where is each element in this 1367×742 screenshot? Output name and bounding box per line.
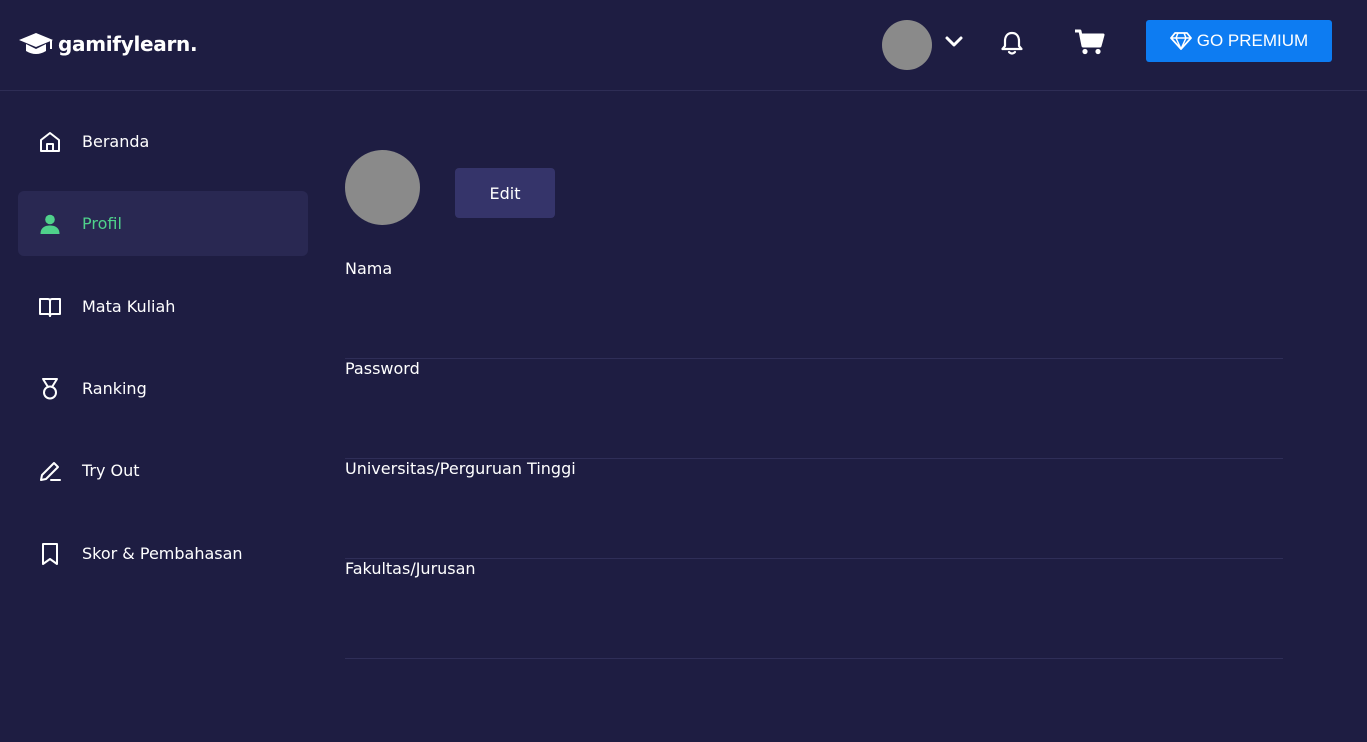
go-premium-label: GO PREMIUM <box>1196 31 1309 50</box>
sidebar-item-label: Beranda <box>82 132 150 151</box>
sidebar-item-profil[interactable]: Profil <box>18 191 308 256</box>
pencil-icon <box>40 461 61 481</box>
sidebar-item-try-out[interactable]: Try Out <box>18 438 308 503</box>
sidebar-item-skor-pembahasan[interactable]: Skor & Pembahasan <box>18 521 308 586</box>
nama-field: Nama <box>345 259 1283 359</box>
header-avatar[interactable] <box>882 20 932 70</box>
profile-avatar[interactable] <box>345 150 420 225</box>
logo-text: gamifylearn. <box>58 32 198 56</box>
medal-icon <box>42 377 58 399</box>
password-field: Password <box>345 359 1283 459</box>
sidebar: Beranda Profil Mata Kuliah Ranking Try O… <box>0 91 320 742</box>
graduation-cap-icon <box>19 33 53 54</box>
top-header: gamifylearn. GO PREMIUM <box>0 0 1367 91</box>
sidebar-item-label: Mata Kuliah <box>82 297 176 316</box>
edit-button[interactable]: Edit <box>455 168 555 218</box>
fakultas-input[interactable] <box>345 587 1283 647</box>
bookmark-icon <box>42 542 58 565</box>
bell-icon[interactable] <box>998 29 1026 57</box>
field-label: Password <box>345 359 420 378</box>
nama-input[interactable] <box>345 287 1283 347</box>
sidebar-item-label: Profil <box>82 214 122 233</box>
sidebar-item-label: Try Out <box>82 461 140 480</box>
chevron-down-icon[interactable] <box>943 31 965 53</box>
field-label: Universitas/Perguruan Tinggi <box>345 459 576 478</box>
field-label: Nama <box>345 259 393 278</box>
field-label: Fakultas/Jurusan <box>345 559 476 578</box>
universitas-field: Universitas/Perguruan Tinggi <box>345 459 1283 559</box>
book-icon <box>39 297 61 317</box>
cart-icon[interactable] <box>1073 28 1105 56</box>
home-icon <box>40 131 60 152</box>
sidebar-item-label: Skor & Pembahasan <box>82 544 243 563</box>
sidebar-item-ranking[interactable]: Ranking <box>18 356 308 421</box>
sidebar-item-label: Ranking <box>82 379 147 398</box>
diamond-icon <box>1169 32 1192 50</box>
logo[interactable]: gamifylearn. <box>18 28 198 60</box>
password-input[interactable] <box>345 387 1283 447</box>
universitas-input[interactable] <box>345 487 1283 547</box>
user-icon <box>40 214 60 234</box>
profile-panel: Edit Nama Password Universitas/Perguruan… <box>320 91 1367 742</box>
fakultas-field: Fakultas/Jurusan <box>345 559 1283 659</box>
sidebar-item-beranda[interactable]: Beranda <box>18 109 308 174</box>
go-premium-button[interactable]: GO PREMIUM <box>1146 20 1332 62</box>
sidebar-item-mata-kuliah[interactable]: Mata Kuliah <box>18 274 308 339</box>
